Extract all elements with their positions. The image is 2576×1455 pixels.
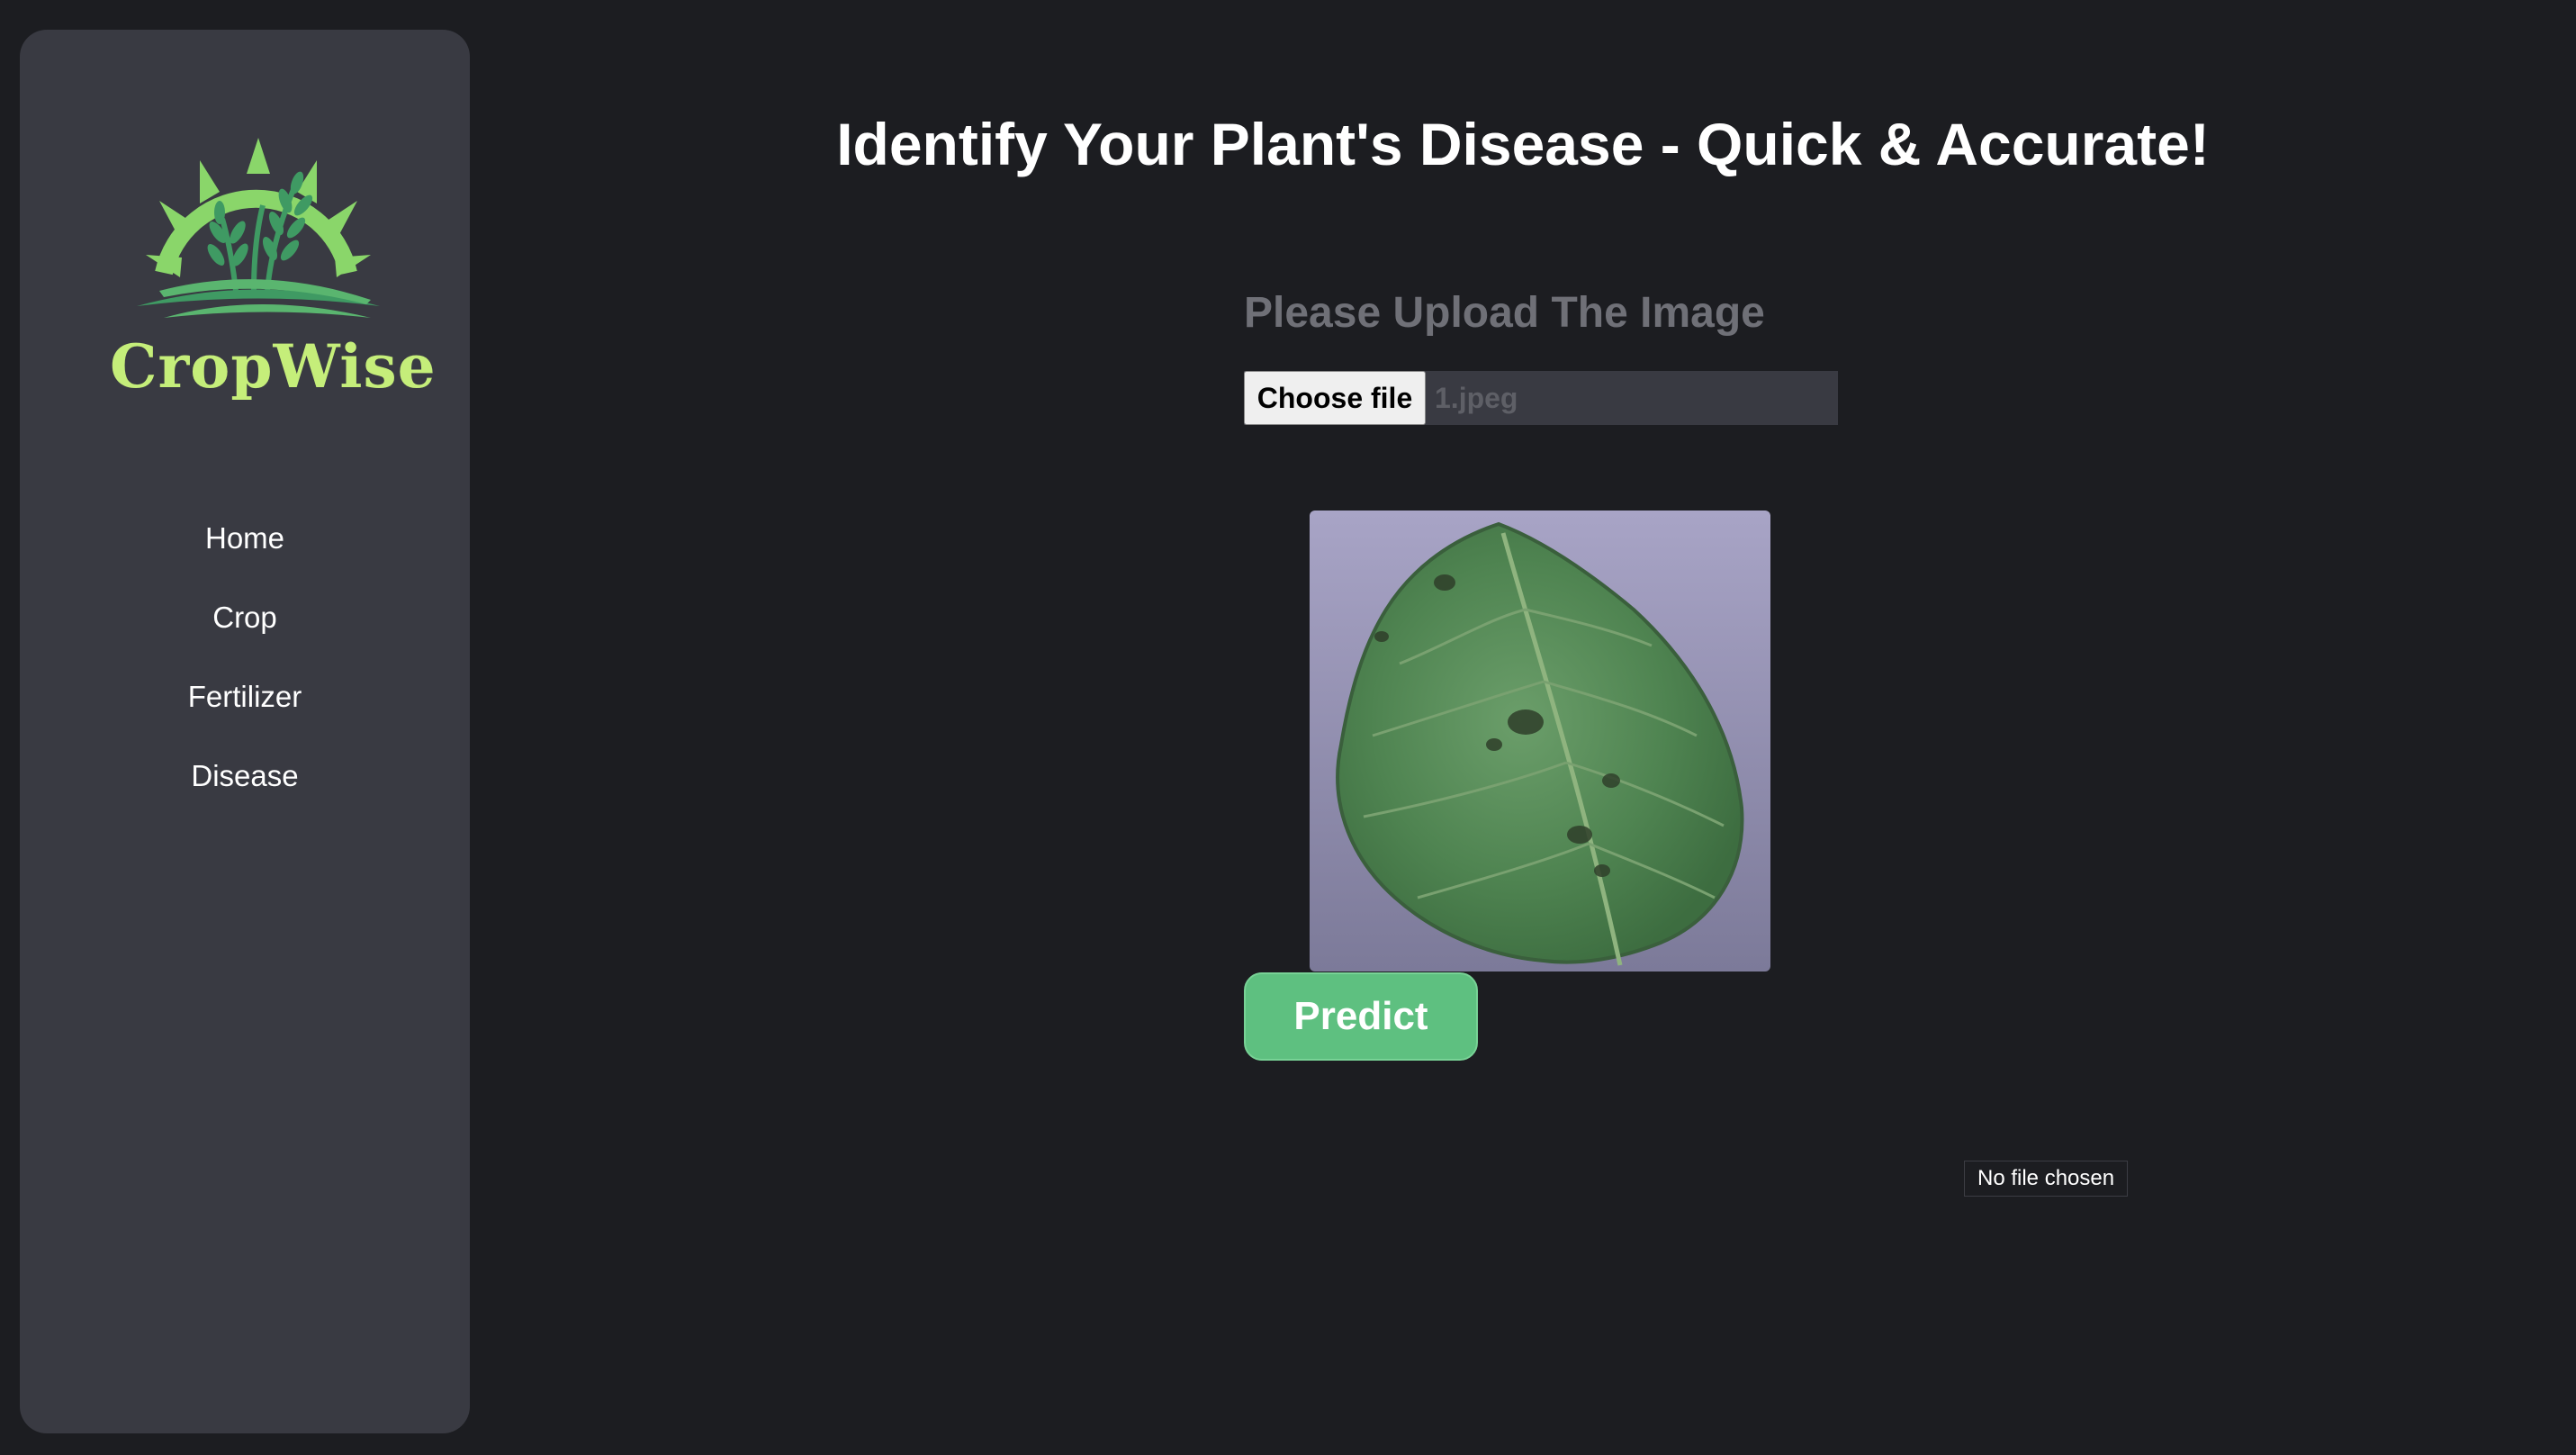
logo-icon [137, 138, 380, 318]
page: CropWise Home Crop Fertilizer Disease Id… [0, 0, 2576, 1455]
logo-text: CropWise [110, 331, 437, 402]
nav-item-disease[interactable]: Disease [20, 745, 470, 824]
logo[interactable]: CropWise [110, 106, 437, 421]
nav-item-fertilizer[interactable]: Fertilizer [20, 665, 470, 745]
file-input[interactable]: Choose file 1.jpeg [1244, 371, 1838, 425]
page-title: Identify Your Plant's Disease - Quick & … [836, 111, 2210, 177]
upload-label: Please Upload The Image [1244, 289, 1765, 337]
file-name: 1.jpeg [1435, 382, 1518, 414]
leaf-image-icon [1310, 511, 1770, 972]
file-tooltip: No file chosen [1964, 1161, 2129, 1197]
choose-file-button[interactable]: Choose file [1244, 371, 1426, 425]
image-preview [1310, 511, 1770, 972]
predict-button[interactable]: Predict [1244, 972, 1478, 1061]
sidebar-nav: Home Crop Fertilizer Disease [20, 507, 470, 824]
sidebar: CropWise Home Crop Fertilizer Disease [20, 30, 470, 1433]
nav-item-crop[interactable]: Crop [20, 586, 470, 665]
nav-item-home[interactable]: Home [20, 507, 470, 586]
